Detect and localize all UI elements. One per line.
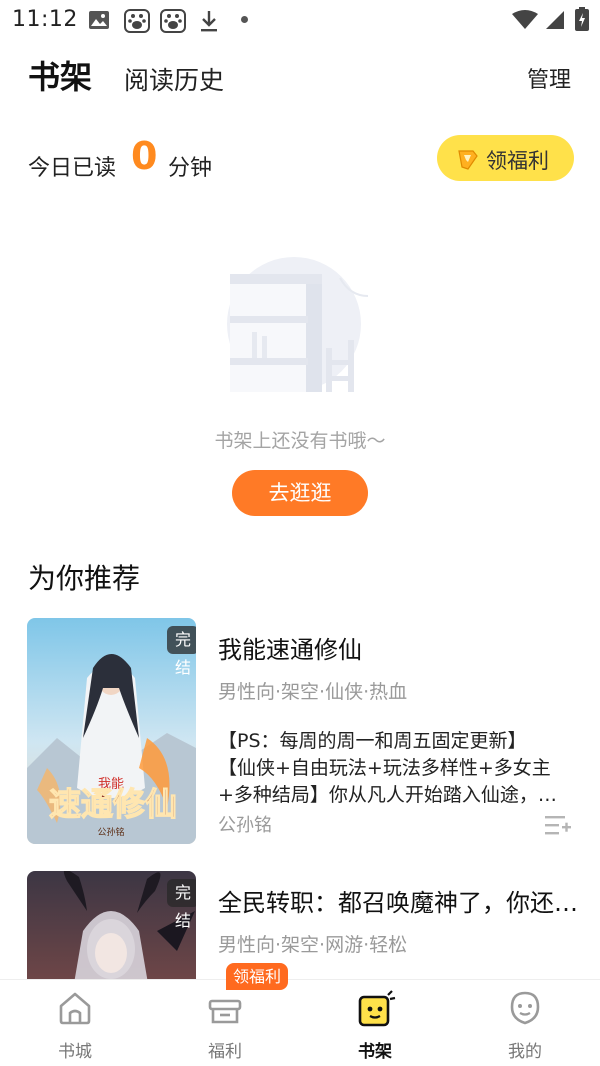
baidu-paw-icon (160, 9, 186, 37)
book-cover[interactable]: 我能 速通修仙 公孙铭 完结 (27, 618, 196, 844)
description-line: 【仙侠+自由玩法+玩法多样性+多女主 (218, 757, 551, 779)
nav-label: 书架 (358, 1042, 392, 1062)
nav-profile[interactable]: 我的 (475, 980, 575, 1066)
cover-title: 速通修仙 (49, 785, 177, 823)
book-tags: 男性向·架空·仙侠·热血 (218, 681, 408, 703)
tab-bookshelf[interactable]: 书架 (28, 52, 92, 98)
claim-welfare-label: 领福利 (486, 149, 549, 173)
tab-reading-history[interactable]: 阅读历史 (124, 61, 224, 97)
today-read-minutes: 0 (131, 134, 158, 178)
nav-label: 我的 (508, 1042, 542, 1062)
nav-bookstore[interactable]: 书城 (25, 980, 125, 1066)
profile-icon (506, 989, 544, 1031)
manage-button[interactable]: 管理 (527, 62, 571, 94)
book-tags: 男性向·架空·网游·轻松 (218, 934, 408, 956)
notification-dot (241, 16, 248, 23)
book-author: 公孙铭 (218, 815, 272, 836)
recommend-section-title: 为你推荐 (28, 562, 141, 595)
bottom-navigation: 书城 福利 书架 我的 (0, 979, 600, 1066)
book-title[interactable]: 我能速通修仙 (218, 630, 578, 665)
completed-badge: 完结 (167, 626, 196, 677)
home-icon (56, 989, 94, 1031)
nav-label: 福利 (208, 1042, 242, 1062)
book-description: 【PS：每周的周一和周五固定更新】 【仙侠+自由玩法+玩法多样性+多女主 +多种… (218, 728, 574, 809)
claim-welfare-button[interactable]: 领福利 (437, 135, 574, 181)
today-read-unit: 分钟 (168, 156, 213, 181)
wifi-icon (512, 10, 538, 34)
completed-badge: 完结 (167, 879, 196, 930)
today-read-label: 今日已读 (28, 156, 117, 181)
image-icon (88, 9, 110, 35)
nav-welfare[interactable]: 福利 (175, 980, 275, 1066)
nav-bookshelf[interactable]: 书架 (325, 980, 425, 1066)
add-to-shelf-icon[interactable] (543, 813, 573, 843)
gift-box-icon (206, 989, 244, 1031)
baidu-paw-icon (124, 9, 150, 37)
download-icon (199, 9, 219, 37)
welfare-nav-badge[interactable]: 领福利 (226, 963, 289, 990)
nav-label: 书城 (58, 1042, 92, 1062)
description-line: +多种结局】你从凡人开始踏入仙途，… (218, 784, 557, 806)
coupon-icon (456, 147, 480, 175)
book-title[interactable]: 全民转职：都召唤魔神了，你还说… (218, 883, 578, 918)
battery-icon (575, 7, 589, 35)
cover-author: 公孙铭 (97, 826, 124, 838)
empty-shelf-message: 书架上还没有书哦～ (214, 430, 386, 452)
go-browse-button[interactable]: 去逛逛 (232, 470, 368, 516)
status-time: 11:12 (12, 7, 78, 32)
status-bar: 11:12 (0, 0, 600, 44)
description-line: 【PS：每周的周一和周五固定更新】 (218, 730, 527, 752)
empty-bookshelf-illustration (222, 252, 378, 406)
bookshelf-icon (356, 989, 396, 1033)
signal-icon (545, 10, 565, 34)
